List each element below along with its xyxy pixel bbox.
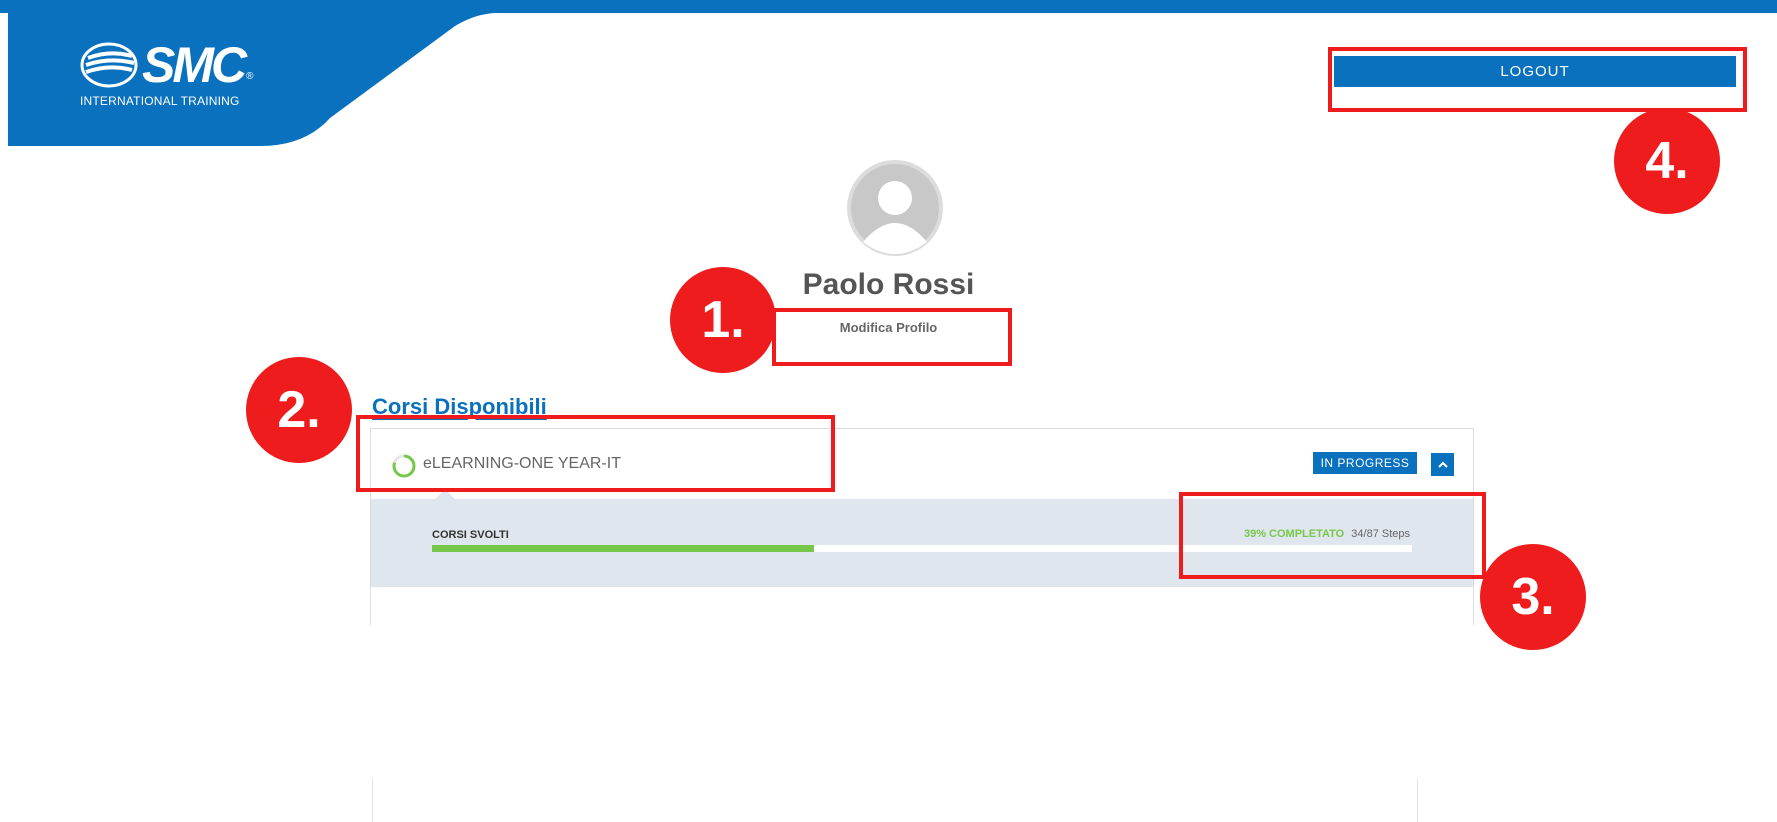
progress-stats: 39% COMPLETATO 34/87 Steps bbox=[1244, 528, 1410, 540]
highlight-edit-profile bbox=[772, 308, 1012, 366]
course-header-row[interactable]: eLEARNING-ONE YEAR-IT IN PROGRESS bbox=[371, 429, 1473, 499]
smc-logo[interactable]: SMC ® INTERNATIONAL TRAINING bbox=[80, 40, 253, 108]
logout-button[interactable]: LOGOUT bbox=[1334, 56, 1736, 87]
progress-panel: CORSI SVOLTI 39% COMPLETATO 34/87 Steps bbox=[371, 489, 1473, 587]
annotation-marker-4: 4. bbox=[1614, 108, 1720, 214]
user-avatar-icon bbox=[847, 160, 943, 256]
registered-mark: ® bbox=[246, 71, 254, 82]
edit-profile-link[interactable]: Modifica Profilo bbox=[0, 320, 1777, 335]
user-name: Paolo Rossi bbox=[802, 268, 975, 301]
percent-complete: 39% COMPLETATO bbox=[1243, 528, 1345, 540]
annotation-marker-2: 2. bbox=[246, 357, 352, 463]
brand-subtitle: INTERNATIONAL TRAINING bbox=[80, 94, 240, 108]
header-banner bbox=[8, 0, 520, 146]
smc-swoosh-icon bbox=[80, 42, 138, 88]
progress-bar-fill bbox=[432, 545, 815, 552]
section-title: Corsi Disponibili bbox=[372, 394, 547, 419]
panel-notch bbox=[435, 489, 455, 499]
annotation-marker-1: 1. bbox=[670, 267, 776, 373]
brand-name: SMC bbox=[142, 37, 247, 93]
progress-label: CORSI SVOLTI bbox=[432, 529, 509, 541]
status-badge: IN PROGRESS bbox=[1313, 452, 1417, 474]
chevron-up-icon bbox=[1437, 461, 1448, 468]
collapse-toggle-button[interactable] bbox=[1431, 453, 1454, 476]
steps-count: 34/87 Steps bbox=[1351, 528, 1410, 540]
annotation-marker-3: 3. bbox=[1480, 544, 1586, 650]
content-frame bbox=[372, 778, 1418, 822]
course-name[interactable]: eLEARNING-ONE YEAR-IT bbox=[423, 455, 621, 473]
course-card: eLEARNING-ONE YEAR-IT IN PROGRESS CORSI … bbox=[370, 428, 1474, 625]
progress-ring-icon bbox=[392, 454, 416, 478]
progress-bar bbox=[432, 545, 1412, 552]
